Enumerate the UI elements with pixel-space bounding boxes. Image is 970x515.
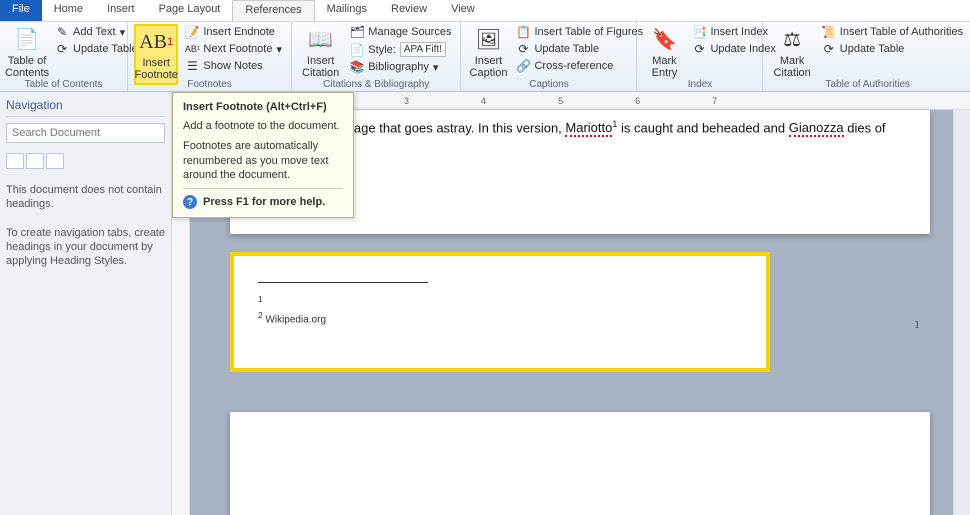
insert-footnote-label: Insert Footnote xyxy=(134,57,177,81)
group-footnotes: AB1 Insert Footnote 📝Insert Endnote AB¹N… xyxy=(128,22,292,91)
chevron-down-icon: ▾ xyxy=(120,26,126,39)
paragraph[interactable]: the crucial message that goes astray. In… xyxy=(260,118,900,154)
tooltip-line1: Add a footnote to the document. xyxy=(183,119,343,133)
mark-citation-button[interactable]: ⚖ Mark Citation xyxy=(769,24,814,81)
style-select[interactable]: APA Fift! xyxy=(400,42,446,57)
style-select-row: 📄Style: APA Fift! xyxy=(347,41,454,58)
toc-button[interactable]: 📄 Table of Contents xyxy=(6,24,48,81)
bibliography-icon: 📚 xyxy=(350,60,364,74)
navigation-title: Navigation xyxy=(6,96,165,117)
manage-sources-button[interactable]: 🗂Manage Sources xyxy=(347,24,454,40)
insert-caption-label: Insert Caption xyxy=(470,55,508,79)
misspelled-mariotto: Mariotto xyxy=(565,120,612,137)
insert-caption-button[interactable]: 🖼 Insert Caption xyxy=(467,24,509,81)
footnote-1[interactable]: 1 xyxy=(258,294,263,309)
chevron-down-icon: ▾ xyxy=(276,43,282,56)
tooltip-help: ?Press F1 for more help. xyxy=(183,188,343,209)
insert-citation-label: Insert Citation xyxy=(302,55,339,79)
update-icon: ⟳ xyxy=(516,42,530,56)
tooltip-line2: Footnotes are automatically renumbered a… xyxy=(183,139,343,182)
update-icon: ⟳ xyxy=(55,42,69,56)
group-index-label: Index xyxy=(637,79,762,90)
group-citations-label: Citations & Bibliography xyxy=(292,79,460,90)
mark-citation-icon: ⚖ xyxy=(778,26,806,54)
tab-mailings[interactable]: Mailings xyxy=(315,0,379,21)
footnote-ab-icon: AB1 xyxy=(142,28,170,56)
tof-icon: 📋 xyxy=(516,25,530,39)
style-icon: 📄 xyxy=(350,43,364,57)
group-toa: ⚖ Mark Citation 📜Insert Table of Authori… xyxy=(763,22,970,91)
insert-footnote-tooltip: Insert Footnote (Alt+Ctrl+F) Add a footn… xyxy=(172,92,354,218)
nav-view-headings[interactable] xyxy=(6,153,24,169)
toc-label: Table of Contents xyxy=(5,55,49,79)
nav-view-pages[interactable] xyxy=(26,153,44,169)
tooltip-title: Insert Footnote (Alt+Ctrl+F) xyxy=(183,101,343,113)
group-toc-label: Table of Contents xyxy=(0,79,127,90)
nav-view-switcher xyxy=(6,153,165,169)
tab-home[interactable]: Home xyxy=(42,0,95,21)
next-footnote-icon: AB¹ xyxy=(185,42,199,56)
chevron-down-icon: ▾ xyxy=(433,61,439,74)
bibliography-button[interactable]: 📚Bibliography▾ xyxy=(347,59,454,75)
crossref-icon: 🔗 xyxy=(516,59,530,73)
navigation-pane: Navigation This document does not contai… xyxy=(0,92,172,515)
insert-tof-button[interactable]: 📋Insert Table of Figures xyxy=(513,24,646,40)
add-text-icon: ✎ xyxy=(55,25,69,39)
caption-icon: 🖼 xyxy=(474,26,502,54)
tab-references[interactable]: References xyxy=(232,0,314,21)
page-number: 1 xyxy=(914,317,920,332)
group-toc: 📄 Table of Contents ✎Add Text▾ ⟳Update T… xyxy=(0,22,128,91)
manage-sources-icon: 🗂 xyxy=(350,25,364,39)
footnote-area-highlight: 1 2 Wikipedia.org xyxy=(230,252,770,372)
tab-file[interactable]: File xyxy=(0,0,42,21)
mark-entry-icon: 🔖 xyxy=(650,26,678,54)
misspelled-gianozza: Gianozza xyxy=(789,120,844,137)
help-icon: ? xyxy=(183,195,197,209)
insert-index-icon: 📑 xyxy=(692,25,706,39)
document-page-2[interactable] xyxy=(230,412,930,515)
mark-citation-label: Mark Citation xyxy=(773,55,810,79)
update-toa-button[interactable]: ⟳Update Table xyxy=(819,41,966,57)
insert-toa-icon: 📜 xyxy=(822,25,836,39)
next-footnote-button[interactable]: AB¹Next Footnote▾ xyxy=(182,41,285,57)
group-citations: 📖 Insert Citation 🗂Manage Sources 📄Style… xyxy=(292,22,461,91)
mark-entry-button[interactable]: 🔖 Mark Entry xyxy=(643,24,685,81)
endnote-icon: 📝 xyxy=(185,25,199,39)
nav-message-1: This document does not contain headings. xyxy=(6,183,165,212)
workspace: Navigation This document does not contai… xyxy=(0,92,970,515)
insert-endnote-button[interactable]: 📝Insert Endnote xyxy=(182,24,285,40)
update-icon: ⟳ xyxy=(822,42,836,56)
cross-reference-button[interactable]: 🔗Cross-reference xyxy=(513,58,646,74)
ribbon: 📄 Table of Contents ✎Add Text▾ ⟳Update T… xyxy=(0,22,970,92)
group-captions: 🖼 Insert Caption 📋Insert Table of Figure… xyxy=(461,22,637,91)
group-toa-label: Table of Authorities xyxy=(763,79,970,90)
insert-citation-button[interactable]: 📖 Insert Citation xyxy=(298,24,343,81)
update-captions-button[interactable]: ⟳Update Table xyxy=(513,41,646,57)
update-icon: ⟳ xyxy=(692,42,706,56)
vertical-scrollbar[interactable] xyxy=(953,110,970,515)
search-input[interactable] xyxy=(6,123,165,143)
ribbon-tabs: File Home Insert Page Layout References … xyxy=(0,0,970,22)
group-footnotes-label: Footnotes xyxy=(128,79,291,90)
group-captions-label: Captions xyxy=(461,79,636,90)
tab-insert[interactable]: Insert xyxy=(95,0,147,21)
toc-icon: 📄 xyxy=(13,26,41,54)
insert-footnote-button[interactable]: AB1 Insert Footnote xyxy=(134,24,178,85)
nav-message-2: To create navigation tabs, create headin… xyxy=(6,226,165,269)
group-index: 🔖 Mark Entry 📑Insert Index ⟳Update Index… xyxy=(637,22,763,91)
footnote-2[interactable]: 2 Wikipedia.org xyxy=(258,310,326,325)
insert-toa-button[interactable]: 📜Insert Table of Authorities xyxy=(819,24,966,40)
show-notes-icon: ☰ xyxy=(185,59,199,73)
tab-view[interactable]: View xyxy=(439,0,487,21)
show-notes-button[interactable]: ☰Show Notes xyxy=(182,58,285,74)
mark-entry-label: Mark Entry xyxy=(652,55,678,79)
tab-pagelayout[interactable]: Page Layout xyxy=(147,0,233,21)
tab-review[interactable]: Review xyxy=(379,0,439,21)
nav-view-results[interactable] xyxy=(46,153,64,169)
citation-icon: 📖 xyxy=(307,26,335,54)
footnote-separator xyxy=(258,282,428,283)
